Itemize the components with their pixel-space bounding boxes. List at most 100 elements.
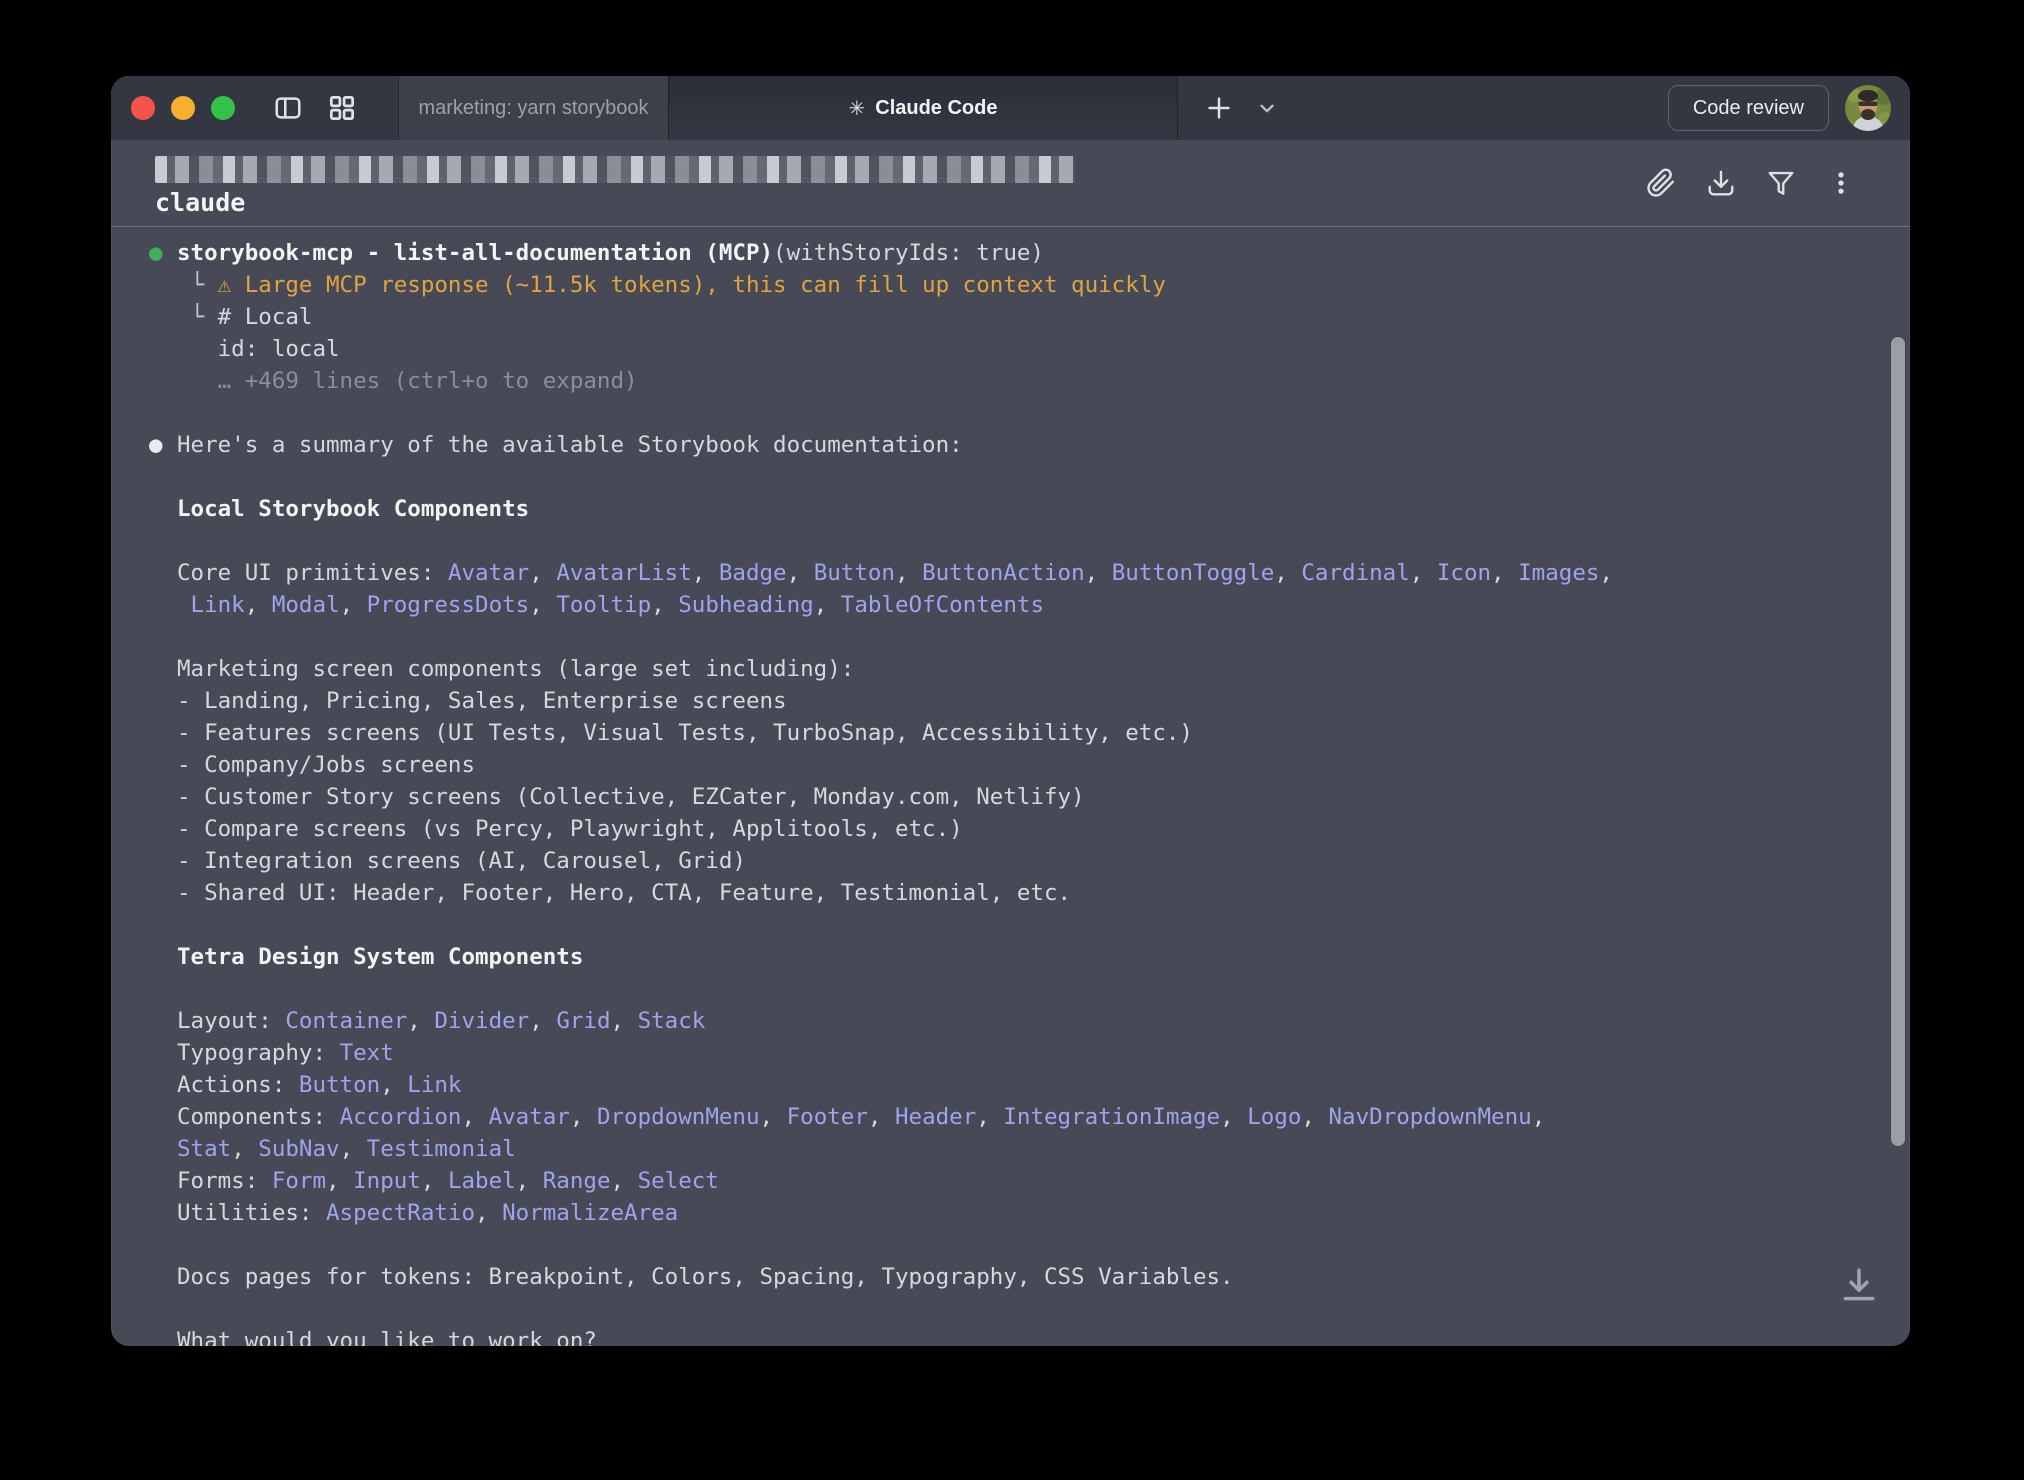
user-avatar[interactable] (1845, 85, 1891, 131)
text-segment: , (814, 592, 841, 618)
text-segment: , (1532, 1104, 1546, 1130)
terminal-line: Marketing screen components (large set i… (177, 653, 1870, 685)
text-segment: , (651, 592, 678, 618)
text-segment: , (245, 592, 272, 618)
tab-marketing-yarn-storybook[interactable]: marketing: yarn storybook (398, 76, 668, 140)
new-tab-button[interactable] (1204, 76, 1234, 140)
text-segment: Here's a summary of the available Storyb… (177, 432, 963, 458)
text-segment: , (692, 560, 719, 586)
component-link-text: Label (448, 1168, 516, 1194)
component-link-text: Divider (434, 1008, 529, 1034)
filter-icon[interactable] (1766, 168, 1796, 198)
text-segment: , (1085, 560, 1112, 586)
terminal-line: Core UI primitives: Avatar, AvatarList, … (177, 557, 1870, 589)
terminal-line: - Features screens (UI Tests, Visual Tes… (177, 717, 1870, 749)
redacted-command-text (155, 156, 1075, 183)
text-segment: Local Storybook Components (177, 496, 529, 522)
text-segment: └ (177, 272, 218, 298)
terminal-line: Stat, SubNav, Testimonial (177, 1133, 1870, 1165)
text-segment: Marketing screen components (large set i… (177, 656, 854, 682)
component-link-text: ButtonToggle (1112, 560, 1275, 586)
code-review-button[interactable]: Code review (1668, 85, 1829, 131)
text-segment: , (421, 1168, 448, 1194)
text-segment: Utilities: (177, 1200, 326, 1226)
terminal-line: What would you like to work on? (177, 1325, 1870, 1346)
component-link-text: NavDropdownMenu (1328, 1104, 1531, 1130)
component-link-text: Footer (787, 1104, 868, 1130)
text-segment: └ (177, 304, 218, 330)
component-link-text: IntegrationImage (1003, 1104, 1220, 1130)
component-link-text: Text (340, 1040, 394, 1066)
tool-call-bullet: ● (149, 237, 163, 269)
component-link-text: Badge (719, 560, 787, 586)
component-link-text: Header (895, 1104, 976, 1130)
text-segment: (withStoryIds: true) (773, 240, 1044, 266)
component-link-text: Images (1518, 560, 1599, 586)
tab-claude-code[interactable]: ✳ Claude Code (668, 76, 1178, 140)
terminal-line: Link, Modal, ProgressDots, Tooltip, Subh… (177, 589, 1870, 621)
text-segment: , (340, 1136, 367, 1162)
component-link-text: Container (285, 1008, 407, 1034)
text-segment: , (529, 560, 556, 586)
terminal-line: Actions: Button, Link (177, 1069, 1870, 1101)
text-segment: , (380, 1072, 407, 1098)
window-controls (111, 76, 398, 140)
download-icon[interactable] (1706, 168, 1736, 198)
terminal-line (177, 1293, 1870, 1325)
grid-tiles-icon[interactable] (327, 93, 357, 123)
sidebar-panel-icon[interactable] (273, 93, 303, 123)
text-segment (177, 592, 191, 618)
terminal-line: └ ⚠ Large MCP response (~11.5k tokens), … (177, 269, 1870, 301)
component-link-text: Avatar (448, 560, 529, 586)
terminal-line: - Shared UI: Header, Footer, Hero, CTA, … (177, 877, 1870, 909)
component-link-text: TableOfContents (841, 592, 1044, 618)
chevron-down-icon[interactable] (1256, 76, 1278, 140)
paperclip-icon[interactable] (1646, 168, 1676, 198)
text-segment: id: local (177, 336, 340, 362)
component-link-text: Modal (272, 592, 340, 618)
component-link-text: SubNav (258, 1136, 339, 1162)
terminal-line: Docs pages for tokens: Breakpoint, Color… (177, 1261, 1870, 1293)
component-link-text: Grid (556, 1008, 610, 1034)
text-segment: , (611, 1008, 638, 1034)
text-segment: , (1491, 560, 1518, 586)
component-link-text: Testimonial (367, 1136, 516, 1162)
text-segment: , (529, 1008, 556, 1034)
text-segment: , (461, 1104, 488, 1130)
text-segment: , (231, 1136, 258, 1162)
terminal-line (177, 397, 1870, 429)
text-segment: ⚠ Large MCP response (~11.5k tokens), th… (218, 272, 1166, 298)
scrollbar-thumb[interactable] (1891, 337, 1905, 1146)
component-link-text: Form (272, 1168, 326, 1194)
text-segment: , (760, 1104, 787, 1130)
component-link-text: Stat (177, 1136, 231, 1162)
traffic-light-close-button[interactable] (131, 96, 155, 120)
text-segment: , (326, 1168, 353, 1194)
component-link-text: DropdownMenu (597, 1104, 760, 1130)
terminal-line: - Customer Story screens (Collective, EZ… (177, 781, 1870, 813)
component-link-text: Range (543, 1168, 611, 1194)
terminal-line: - Integration screens (AI, Carousel, Gri… (177, 845, 1870, 877)
terminal-line: Components: Accordion, Avatar, DropdownM… (177, 1101, 1870, 1133)
text-segment: - Features screens (UI Tests, Visual Tes… (177, 720, 1193, 746)
asterisk-icon: ✳ (848, 96, 865, 121)
text-segment: , (570, 1104, 597, 1130)
terminal-line: Local Storybook Components (177, 493, 1870, 525)
traffic-light-zoom-button[interactable] (211, 96, 235, 120)
more-options-icon[interactable] (1826, 168, 1856, 198)
text-segment: Layout: (177, 1008, 285, 1034)
scroll-to-bottom-button[interactable] (1838, 1265, 1880, 1312)
text-segment: Forms: (177, 1168, 272, 1194)
terminal-window: marketing: yarn storybook ✳ Claude Code … (111, 76, 1910, 1346)
terminal-output[interactable]: ● storybook-mcp - list-all-documentation … (111, 227, 1910, 1346)
traffic-light-minimize-button[interactable] (171, 96, 195, 120)
desktop-background: marketing: yarn storybook ✳ Claude Code … (0, 0, 2024, 1480)
text-segment: - Shared UI: Header, Footer, Hero, CTA, … (177, 880, 1071, 906)
text-segment: , (1301, 1104, 1328, 1130)
terminal-line: id: local (177, 333, 1870, 365)
header-action-icons (1646, 140, 1856, 226)
text-segment: storybook-mcp - list-all-documentation (… (177, 240, 773, 266)
text-segment: , (475, 1200, 502, 1226)
text-segment: , (340, 592, 367, 618)
text-segment: Components: (177, 1104, 340, 1130)
